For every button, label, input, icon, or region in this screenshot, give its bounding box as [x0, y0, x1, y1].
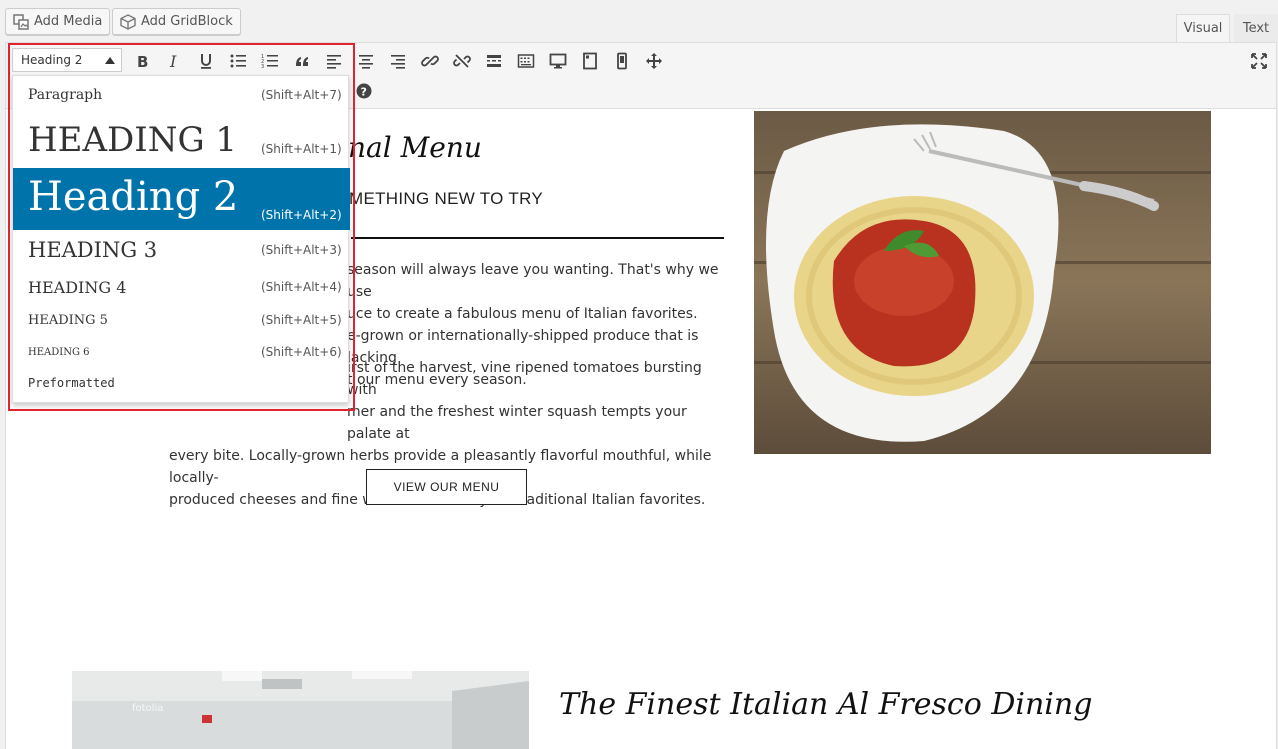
unlink-icon[interactable]: [449, 48, 475, 74]
watermark-text: fotolia: [132, 703, 163, 714]
format-option-label: HEADING 4: [28, 277, 127, 297]
format-option-label: Paragraph: [28, 87, 103, 103]
add-media-button[interactable]: Add Media: [5, 8, 111, 35]
menu-subtitle: METHING NEW TO TRY: [349, 189, 543, 208]
fullscreen-icon[interactable]: [1246, 48, 1272, 74]
format-option-preformatted[interactable]: Preformatted: [13, 368, 350, 398]
format-option-label: Preformatted: [28, 376, 115, 390]
format-select-value: Heading 2: [21, 53, 83, 67]
media-icon: [13, 13, 29, 30]
pasta-image: [754, 111, 1211, 454]
format-option-shortcut: (Shift+Alt+5): [261, 313, 342, 327]
tab-text-label: Text: [1242, 20, 1270, 36]
format-dropdown: Paragraph (Shift+Alt+7) HEADING 1 (Shift…: [12, 75, 350, 403]
top-bar: Add Media Add GridBlock Visual Text: [0, 0, 1278, 42]
dropdown-arrow-icon: [105, 57, 115, 64]
read-more-icon[interactable]: [481, 48, 507, 74]
align-center-icon[interactable]: [353, 48, 379, 74]
format-option-heading-2[interactable]: Heading 2 (Shift+Alt+2): [13, 168, 350, 230]
tab-visual[interactable]: Visual: [1176, 14, 1230, 42]
format-option-shortcut: (Shift+Alt+2): [261, 208, 342, 222]
add-media-label: Add Media: [34, 14, 103, 29]
format-option-label: HEADING 3: [28, 238, 158, 262]
fresco-title: The Finest Italian Al Fresco Dining: [559, 687, 1093, 722]
format-option-heading-1[interactable]: HEADING 1 (Shift+Alt+1): [13, 114, 350, 168]
para2-line: mer and the freshest winter squash tempt…: [347, 404, 687, 442]
format-option-label: Heading 2: [28, 174, 239, 220]
add-gridblock-label: Add GridBlock: [141, 14, 233, 29]
italic-icon[interactable]: I: [161, 48, 187, 74]
format-option-heading-4[interactable]: HEADING 4 (Shift+Alt+4): [13, 270, 350, 304]
divider: [351, 237, 724, 239]
svg-text:?: ?: [361, 86, 367, 99]
svg-text:I: I: [169, 52, 177, 70]
menu-title: nal Menu: [348, 131, 482, 164]
restaurant-image: fotolia: [72, 671, 529, 749]
toolbar-toggle-icon[interactable]: [513, 48, 539, 74]
para1-line: season will always leave you wanting. Th…: [347, 262, 719, 300]
format-option-heading-3[interactable]: HEADING 3 (Shift+Alt+3): [13, 230, 350, 270]
align-left-icon[interactable]: [321, 48, 347, 74]
format-option-heading-6[interactable]: HEADING 6 (Shift+Alt+6): [13, 336, 350, 368]
format-option-paragraph[interactable]: Paragraph (Shift+Alt+7): [13, 76, 350, 114]
mobile-preview-icon[interactable]: [609, 48, 635, 74]
move-icon[interactable]: [641, 48, 667, 74]
svg-text:B: B: [137, 53, 148, 70]
tab-text[interactable]: Text: [1234, 14, 1278, 42]
format-option-shortcut: (Shift+Alt+1): [261, 142, 342, 156]
gridblock-icon: [120, 13, 136, 30]
align-right-icon[interactable]: [385, 48, 411, 74]
format-select[interactable]: Heading 2: [12, 48, 122, 72]
blockquote-icon[interactable]: [289, 48, 315, 74]
format-option-shortcut: (Shift+Alt+4): [261, 280, 342, 294]
numbered-list-icon[interactable]: 123: [257, 48, 283, 74]
add-gridblock-button[interactable]: Add GridBlock: [112, 8, 241, 35]
format-option-shortcut: (Shift+Alt+3): [261, 243, 342, 257]
format-option-shortcut: (Shift+Alt+6): [261, 345, 342, 359]
format-option-heading-5[interactable]: HEADING 5 (Shift+Alt+5): [13, 304, 350, 336]
desktop-preview-icon[interactable]: [545, 48, 571, 74]
link-icon[interactable]: [417, 48, 443, 74]
format-option-label: HEADING 6: [28, 346, 90, 358]
underline-icon[interactable]: [193, 48, 219, 74]
view-menu-button[interactable]: VIEW OUR MENU: [366, 469, 527, 505]
format-option-shortcut: (Shift+Alt+7): [261, 88, 342, 102]
bold-icon[interactable]: B: [129, 48, 155, 74]
format-option-label: HEADING 5: [28, 312, 108, 328]
para1-line: uce to create a fabulous menu of Italian…: [347, 306, 698, 322]
help-icon[interactable]: ?: [351, 78, 377, 104]
bullet-list-icon[interactable]: [225, 48, 251, 74]
tablet-preview-icon[interactable]: [577, 48, 603, 74]
tab-visual-label: Visual: [1183, 21, 1223, 36]
svg-text:3: 3: [261, 64, 264, 70]
format-option-label: HEADING 1: [28, 120, 238, 160]
